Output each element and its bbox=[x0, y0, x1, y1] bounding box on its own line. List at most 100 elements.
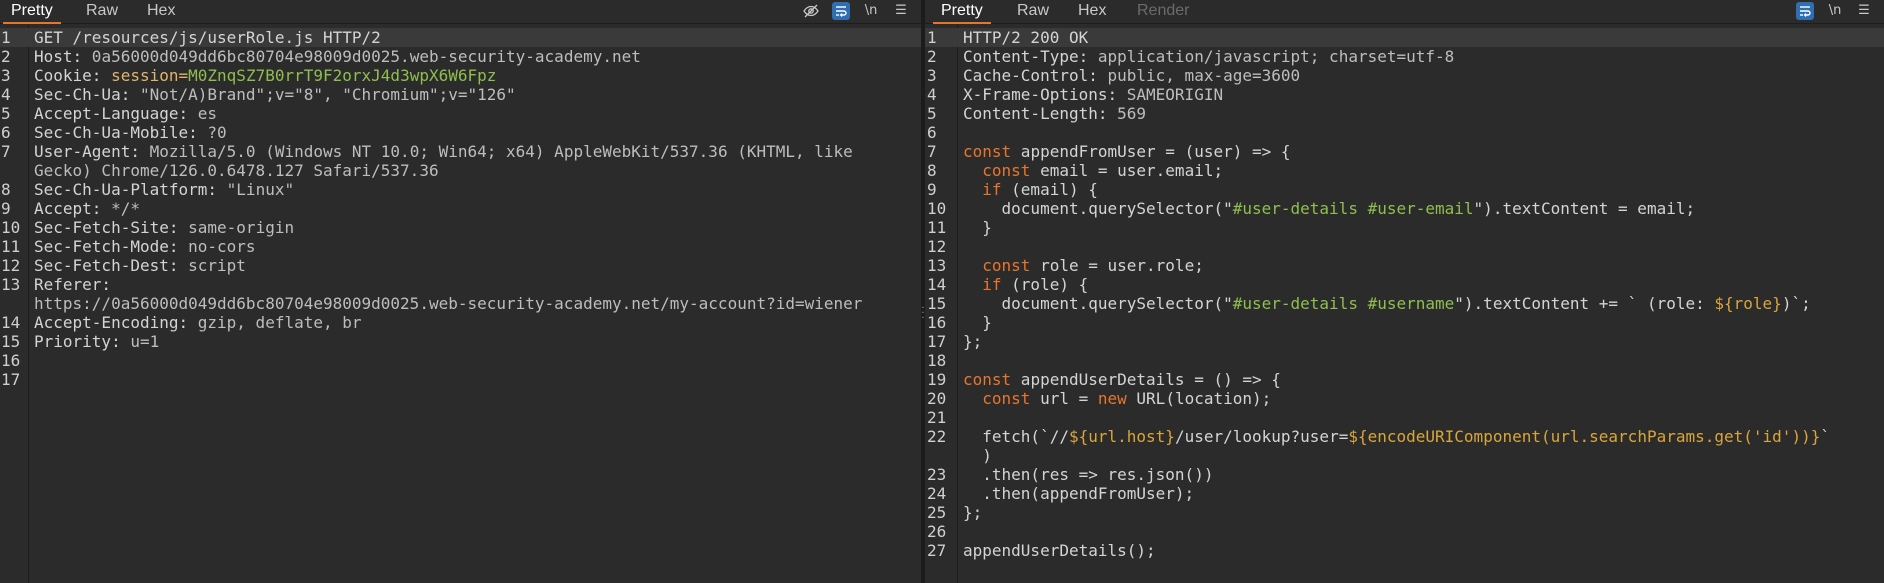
code-line: 24 .then(appendFromUser); bbox=[925, 484, 1884, 503]
header-line: 5 Accept-Language: es bbox=[0, 104, 921, 123]
code-segment: ").textContent += ` (role: bbox=[1454, 294, 1715, 313]
response-tab-bar: Pretty Raw Hex Render \n ☰ bbox=[925, 0, 1884, 24]
header-text: Accept-Encoding: gzip, deflate, br bbox=[34, 313, 362, 332]
code-line: 16 } bbox=[925, 313, 1884, 332]
empty-line: 26 bbox=[925, 522, 1884, 541]
header-text: Content-Type: application/javascript; ch… bbox=[963, 47, 1454, 66]
header-text: Sec-Fetch-Dest: script bbox=[34, 256, 246, 275]
header-value: es bbox=[188, 104, 218, 123]
response-tab-hex[interactable]: Hex bbox=[1078, 0, 1106, 23]
line-number: 23 bbox=[927, 465, 947, 484]
line-number: 12 bbox=[927, 237, 947, 256]
code-segment: /user/lookup?user= bbox=[1174, 427, 1349, 446]
empty-line: 16 bbox=[0, 351, 921, 370]
line-number: 11 bbox=[927, 218, 947, 237]
selector-string: #user-details #username bbox=[1232, 294, 1455, 313]
code-line: 17 }; bbox=[925, 332, 1884, 351]
empty-line: 12 bbox=[925, 237, 1884, 256]
line-number: 7 bbox=[927, 142, 937, 161]
header-name: Content-Length: bbox=[963, 104, 1108, 123]
header-line: 12 Sec-Fetch-Dest: script bbox=[0, 256, 921, 275]
code-line: 25 }; bbox=[925, 503, 1884, 522]
line-number: 26 bbox=[927, 522, 947, 541]
request-pane: Pretty Raw Hex \n ☰ 1 GET /resources/js/… bbox=[0, 0, 921, 583]
header-value: ?0 bbox=[197, 123, 227, 142]
header-text: X-Frame-Options: SAMEORIGIN bbox=[963, 85, 1223, 104]
empty-line: 21 bbox=[925, 408, 1884, 427]
header-value: https://0a56000d049dd6bc80704e98009d0025… bbox=[34, 294, 863, 313]
request-editor[interactable]: 1 GET /resources/js/userRole.js HTTP/2 2… bbox=[0, 25, 921, 583]
header-name: Sec-Fetch-Mode: bbox=[34, 237, 179, 256]
code-text: const email = user.email; bbox=[963, 161, 1223, 180]
code-line: 7 const appendFromUser = (user) => { bbox=[925, 142, 1884, 161]
response-tab-raw[interactable]: Raw bbox=[1017, 0, 1049, 23]
code-segment: .then(appendFromUser); bbox=[982, 484, 1195, 503]
code-text: ) bbox=[963, 446, 992, 465]
code-segment: ").textContent = email; bbox=[1473, 199, 1696, 218]
code-segment: } bbox=[982, 218, 992, 237]
header-text: Content-Length: 569 bbox=[963, 104, 1146, 123]
keyword: const bbox=[982, 389, 1031, 408]
code-text: }; bbox=[963, 503, 983, 522]
keyword: const bbox=[982, 256, 1031, 275]
code-text: } bbox=[963, 313, 992, 332]
header-line: 11 Sec-Fetch-Mode: no-cors bbox=[0, 237, 921, 256]
header-line: 14 Accept-Encoding: gzip, deflate, br bbox=[0, 313, 921, 332]
header-name: Content-Type: bbox=[963, 47, 1089, 66]
template-expression: ${url.host} bbox=[1068, 427, 1175, 446]
code-text: const appendUserDetails = () => { bbox=[963, 370, 1281, 389]
header-name: Sec-Fetch-Site: bbox=[34, 218, 179, 237]
line-number: 6 bbox=[927, 123, 937, 142]
code-line: 13 const role = user.role; bbox=[925, 256, 1884, 275]
header-text: Sec-Fetch-Mode: no-cors bbox=[34, 237, 256, 256]
line-number: 4 bbox=[927, 85, 937, 104]
menu-icon[interactable]: ☰ bbox=[1855, 2, 1873, 20]
header-name: Accept: bbox=[34, 199, 102, 218]
line-number: 12 bbox=[1, 256, 21, 275]
line-number: 15 bbox=[927, 294, 947, 313]
code-segment: )`; bbox=[1781, 294, 1811, 313]
eye-slash-icon[interactable] bbox=[802, 2, 820, 20]
newline-icon[interactable]: \n bbox=[1826, 2, 1844, 20]
header-line: 7 User-Agent: Mozilla/5.0 (Windows NT 10… bbox=[0, 142, 921, 161]
header-name: User-Agent: bbox=[34, 142, 140, 161]
line-number: 14 bbox=[1, 313, 21, 332]
header-line-wrap: Gecko) Chrome/126.0.6478.127 Safari/537.… bbox=[0, 161, 921, 180]
header-value: Mozilla/5.0 (Windows NT 10.0; Win64; x64… bbox=[139, 142, 853, 161]
request-line-text: GET /resources/js/userRole.js HTTP/2 bbox=[34, 28, 381, 47]
header-value: application/javascript; charset=utf-8 bbox=[1088, 47, 1455, 66]
code-segment: .then(res => res.json()) bbox=[982, 465, 1214, 484]
line-number: 9 bbox=[1, 199, 11, 218]
request-tab-pretty[interactable]: Pretty bbox=[3, 0, 61, 24]
request-tab-hex[interactable]: Hex bbox=[147, 0, 175, 23]
header-line: 3 Cache-Control: public, max-age=3600 bbox=[925, 66, 1884, 85]
header-name: Host: bbox=[34, 47, 83, 66]
line-number: 6 bbox=[1, 123, 11, 142]
wrap-lines-icon[interactable] bbox=[832, 2, 850, 20]
keyword: if bbox=[982, 275, 1002, 294]
response-tab-pretty[interactable]: Pretty bbox=[933, 0, 991, 24]
header-text: Referer: bbox=[34, 275, 111, 294]
code-segment: document.querySelector(" bbox=[1001, 199, 1233, 218]
code-line: 19 const appendUserDetails = () => { bbox=[925, 370, 1884, 389]
code-text: .then(res => res.json()) bbox=[963, 465, 1213, 484]
header-line: 10 Sec-Fetch-Site: same-origin bbox=[0, 218, 921, 237]
line-number: 2 bbox=[927, 47, 937, 66]
header-line: 15 Priority: u=1 bbox=[0, 332, 921, 351]
menu-icon[interactable]: ☰ bbox=[892, 2, 910, 20]
header-text: Sec-Ch-Ua-Platform: "Linux" bbox=[34, 180, 294, 199]
header-name: Cache-Control: bbox=[963, 66, 1098, 85]
code-segment: } bbox=[982, 313, 992, 332]
header-line: 5 Content-Length: 569 bbox=[925, 104, 1884, 123]
request-tab-raw[interactable]: Raw bbox=[86, 0, 118, 23]
header-value: gzip, deflate, br bbox=[188, 313, 362, 332]
response-editor[interactable]: 1 HTTP/2 200 OK 2 Content-Type: applicat… bbox=[925, 25, 1884, 583]
line-number: 10 bbox=[1, 218, 21, 237]
header-text: Host: 0a56000d049dd6bc80704e98009d0025.w… bbox=[34, 47, 641, 66]
code-segment: ` bbox=[1820, 427, 1830, 446]
response-tab-render[interactable]: Render bbox=[1137, 0, 1189, 23]
line-number: 13 bbox=[927, 256, 947, 275]
header-value: u=1 bbox=[120, 332, 160, 351]
newline-icon[interactable]: \n bbox=[862, 2, 880, 20]
wrap-lines-icon[interactable] bbox=[1796, 2, 1814, 20]
